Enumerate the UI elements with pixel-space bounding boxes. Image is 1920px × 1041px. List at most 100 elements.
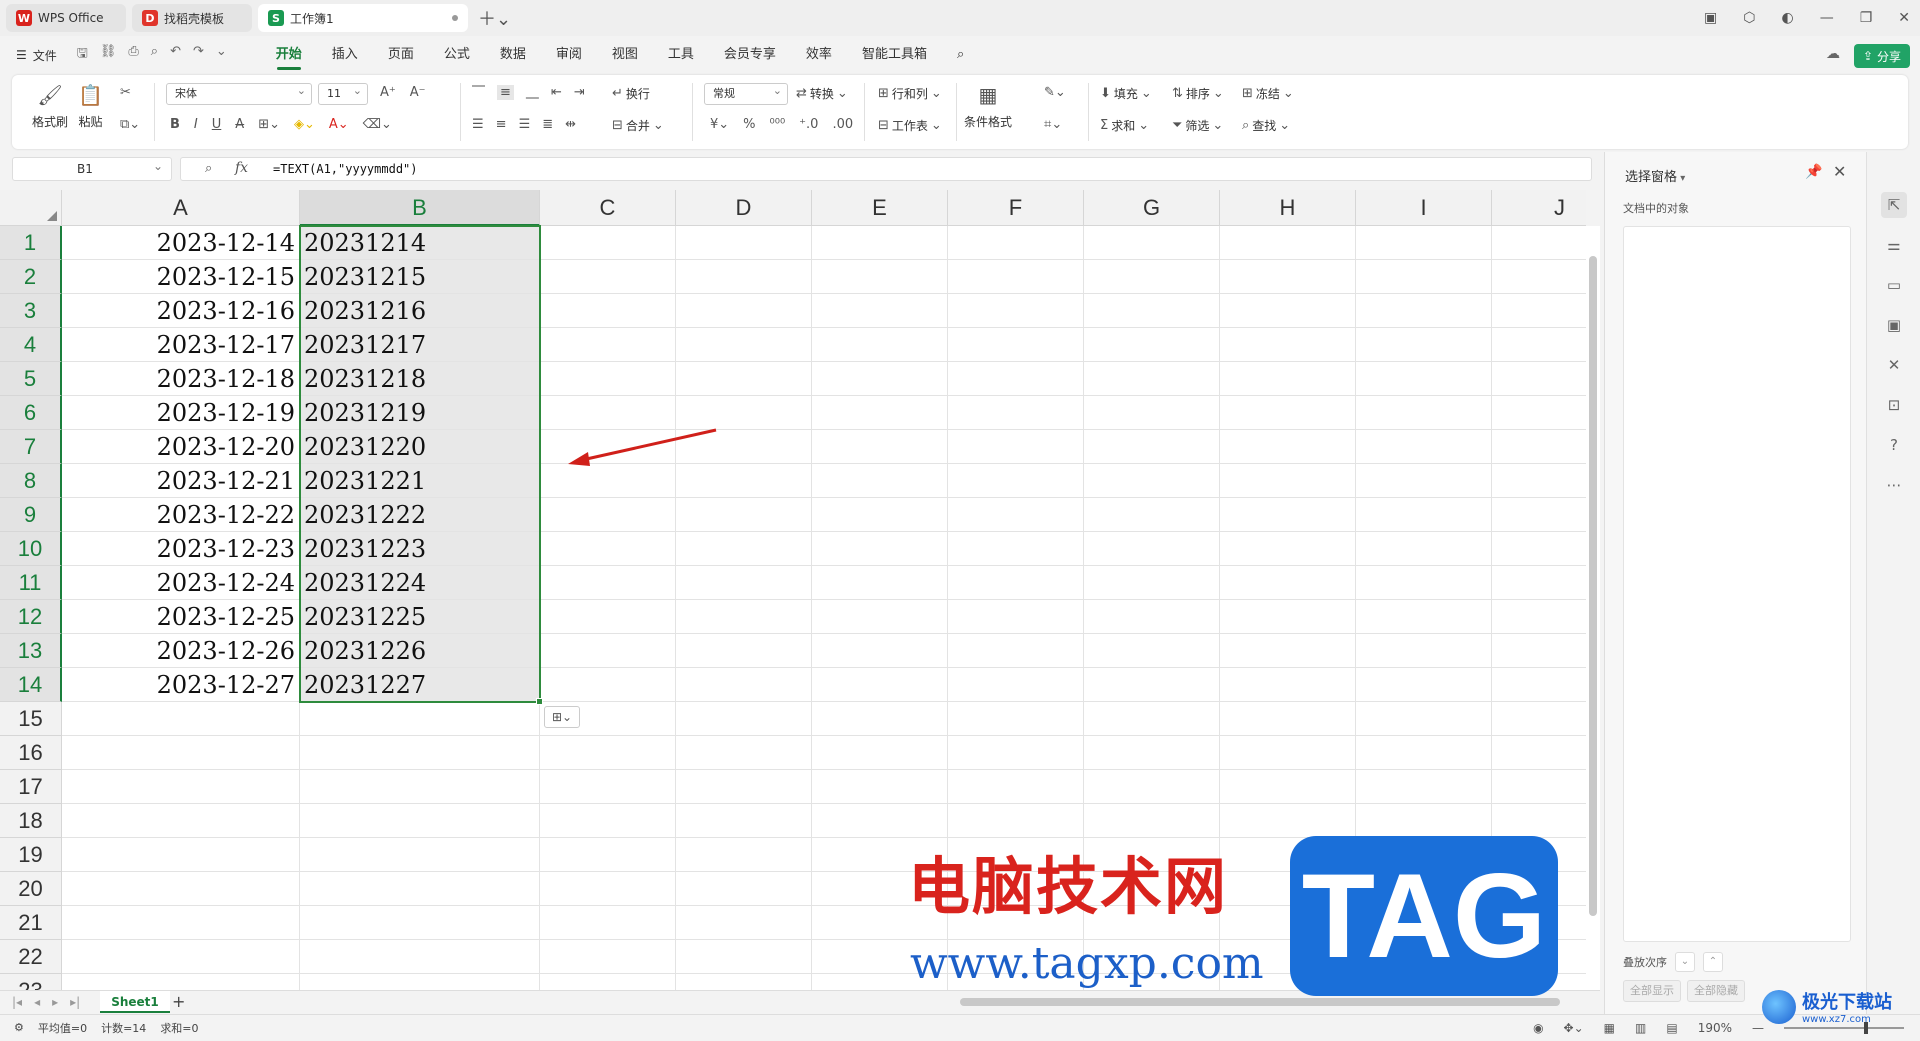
cell-h3[interactable] [1220,294,1356,328]
cell-f14[interactable] [948,668,1084,702]
cell-i13[interactable] [1356,634,1492,668]
column-header-j[interactable]: J [1492,190,1586,226]
cell-c19[interactable] [540,838,676,872]
layout-icon[interactable]: ▣ [1704,10,1717,26]
italic-icon[interactable]: I [194,117,198,132]
cell-j9[interactable] [1492,498,1586,532]
copy-button[interactable]: ⧉⌄ [120,117,140,132]
cell-f1[interactable] [948,226,1084,260]
cell-c5[interactable] [540,362,676,396]
cell-i15[interactable] [1356,702,1492,736]
cell-d23[interactable] [676,974,812,990]
cell-h7[interactable] [1220,430,1356,464]
cell-e14[interactable] [812,668,948,702]
cell-d17[interactable] [676,770,812,804]
freeze-button[interactable]: ⊞ 冻结 ⌄ [1242,85,1294,102]
image-edit-icon[interactable]: ▣ [1881,312,1907,338]
cursor-select-icon[interactable]: ⇱ [1881,192,1907,218]
fill-button[interactable]: ⬇ 填充 ⌄ [1100,85,1152,102]
cell-f3[interactable] [948,294,1084,328]
cell-f6[interactable] [948,396,1084,430]
row-header-15[interactable]: 15 [0,702,62,736]
cell-g17[interactable] [1084,770,1220,804]
row-header-8[interactable]: 8 [0,464,62,498]
cell-b10[interactable]: 20231223 [300,532,540,566]
menu-smart-toolbox[interactable]: 智能工具箱 [847,36,942,74]
book-icon[interactable]: ⊡ [1881,392,1907,418]
column-header-c[interactable]: C [540,190,676,226]
undo-icon[interactable]: ↶ [170,44,181,66]
cell-h10[interactable] [1220,532,1356,566]
row-header-13[interactable]: 13 [0,634,62,668]
indent-increase-icon[interactable]: ⇥ [574,85,585,100]
cell-b9[interactable]: 20231222 [300,498,540,532]
merge-button[interactable]: ⊟ 合并 ⌄ [612,117,664,134]
cell-a5[interactable]: 2023-12-18 [62,362,300,396]
last-sheet-icon[interactable]: ▸| [70,995,80,1009]
convert-button[interactable]: ⇄ 转换 ⌄ [796,85,848,102]
distribute-icon[interactable]: ⇹ [565,117,576,132]
cell-a6[interactable]: 2023-12-19 [62,396,300,430]
cell-i11[interactable] [1356,566,1492,600]
cell-g1[interactable] [1084,226,1220,260]
cell-c13[interactable] [540,634,676,668]
select-all-corner[interactable] [0,190,62,226]
column-header-i[interactable]: I [1356,190,1492,226]
close-icon[interactable]: ✕ [1898,10,1910,26]
cell-c14[interactable] [540,668,676,702]
cell-g8[interactable] [1084,464,1220,498]
cell-d3[interactable] [676,294,812,328]
column-header-f[interactable]: F [948,190,1084,226]
cell-h2[interactable] [1220,260,1356,294]
decimal-decrease-icon[interactable]: .00 [832,117,853,132]
horizontal-scrollbar[interactable] [960,998,1560,1006]
percent-icon[interactable]: % [743,117,755,132]
border-icon[interactable]: ⊞⌄ [258,117,280,132]
cell-i7[interactable] [1356,430,1492,464]
cell-a19[interactable] [62,838,300,872]
cell-j11[interactable] [1492,566,1586,600]
selection-pane-title[interactable]: 选择窗格 [1625,166,1685,185]
cell-j4[interactable] [1492,328,1586,362]
cell-e18[interactable] [812,804,948,838]
cell-b21[interactable] [300,906,540,940]
object-list[interactable] [1623,226,1851,942]
indent-decrease-icon[interactable]: ⇤ [551,85,562,100]
row-header-9[interactable]: 9 [0,498,62,532]
cell-a11[interactable]: 2023-12-24 [62,566,300,600]
cell-i6[interactable] [1356,396,1492,430]
normal-view-icon[interactable]: ▦ [1604,1021,1615,1035]
underline-icon[interactable]: U [212,117,222,132]
cell-d15[interactable] [676,702,812,736]
cell-d18[interactable] [676,804,812,838]
cell-g16[interactable] [1084,736,1220,770]
cell-e13[interactable] [812,634,948,668]
row-header-11[interactable]: 11 [0,566,62,600]
cell-b15[interactable] [300,702,540,736]
cell-i5[interactable] [1356,362,1492,396]
file-menu-button[interactable]: ☰ 文件 [16,47,57,64]
menu-tools[interactable]: 工具 [653,36,709,74]
cell-c10[interactable] [540,532,676,566]
redo-icon[interactable]: ↷ [193,44,204,66]
cell-a9[interactable]: 2023-12-22 [62,498,300,532]
cell-h13[interactable] [1220,634,1356,668]
cell-a4[interactable]: 2023-12-17 [62,328,300,362]
menu-efficiency[interactable]: 效率 [791,36,847,74]
row-header-1[interactable]: 1 [0,226,62,260]
cell-g5[interactable] [1084,362,1220,396]
row-header-16[interactable]: 16 [0,736,62,770]
search-icon[interactable]: ⌕ [942,36,979,74]
sheet-tab-sheet1[interactable]: Sheet1 [100,991,170,1013]
vertical-scrollbar[interactable] [1586,226,1600,990]
cell-j1[interactable] [1492,226,1586,260]
sort-button[interactable]: ⇅ 排序 ⌄ [1172,85,1224,102]
cell-c21[interactable] [540,906,676,940]
zoom-level[interactable]: 190% [1698,1021,1732,1035]
fx-icon[interactable]: fx [235,160,248,176]
cell-b13[interactable]: 20231226 [300,634,540,668]
row-header-5[interactable]: 5 [0,362,62,396]
cell-j5[interactable] [1492,362,1586,396]
cell-a21[interactable] [62,906,300,940]
cell-a18[interactable] [62,804,300,838]
